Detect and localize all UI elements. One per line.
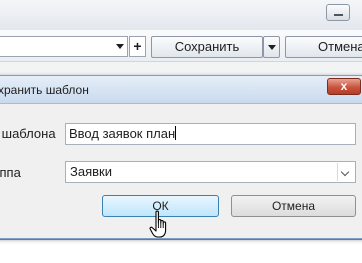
save-dropdown-button[interactable] <box>263 36 280 58</box>
background-content <box>0 240 362 263</box>
cancel-button[interactable]: Отмена <box>231 195 356 217</box>
text-caret <box>175 126 177 140</box>
group-select[interactable]: Заявки <box>65 161 356 183</box>
window-titlebar <box>0 0 362 30</box>
close-button[interactable]: x <box>327 78 361 95</box>
minimize-icon <box>334 14 343 16</box>
caret-down-icon <box>268 45 276 50</box>
template-combo[interactable] <box>0 36 128 57</box>
chevron-down-icon[interactable] <box>337 163 354 181</box>
minimize-button[interactable] <box>326 4 350 21</box>
dialog-body: я шаблона Ввод заявок план уппа Заявки О… <box>0 104 362 238</box>
close-icon: x <box>340 79 348 93</box>
template-name-label: я шаблона <box>0 126 56 141</box>
group-label: уппа <box>0 165 21 180</box>
add-template-button[interactable]: + <box>129 36 146 57</box>
group-select-value: Заявки <box>70 164 112 179</box>
template-name-value: Ввод заявок план <box>69 126 176 141</box>
caret-down-icon[interactable] <box>116 44 124 49</box>
save-button[interactable]: Сохранить <box>151 36 263 58</box>
template-name-input[interactable]: Ввод заявок план <box>65 123 356 145</box>
toolbar-cancel-button[interactable]: Отмена <box>285 36 362 58</box>
hand-pointer-icon <box>149 210 167 238</box>
dialog-title: хранить шаблон <box>0 83 89 97</box>
save-template-dialog: хранить шаблон x я шаблона Ввод заявок п… <box>0 75 362 239</box>
dialog-titlebar[interactable]: хранить шаблон x <box>0 76 362 104</box>
